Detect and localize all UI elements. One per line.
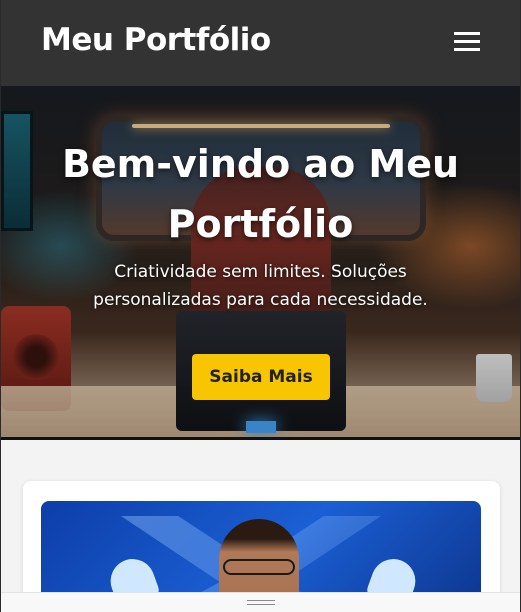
drag-handle-icon[interactable] bbox=[247, 599, 275, 607]
handle-line bbox=[247, 600, 275, 601]
menu-bar bbox=[454, 48, 480, 51]
hero-subtitle: Criatividade sem limites. Soluções perso… bbox=[93, 262, 428, 310]
site-header: Meu Portfólio bbox=[1, 0, 520, 86]
bottom-bar bbox=[1, 592, 520, 612]
page: Meu Portfólio Bem-vindo ao Meu Portfólio… bbox=[0, 0, 521, 612]
handle-line bbox=[247, 604, 275, 605]
menu-bar bbox=[454, 40, 480, 43]
menu-bar bbox=[454, 32, 480, 35]
hero-section: Bem-vindo ao Meu Portfólio Criatividade … bbox=[1, 86, 520, 440]
hero-title: Bem-vindo ao Meu Portfólio bbox=[61, 142, 460, 246]
saiba-mais-button[interactable]: Saiba Mais bbox=[192, 354, 330, 400]
glasses-graphic bbox=[223, 559, 295, 575]
hamburger-menu-icon[interactable] bbox=[454, 30, 480, 52]
site-title[interactable]: Meu Portfólio bbox=[41, 22, 271, 58]
